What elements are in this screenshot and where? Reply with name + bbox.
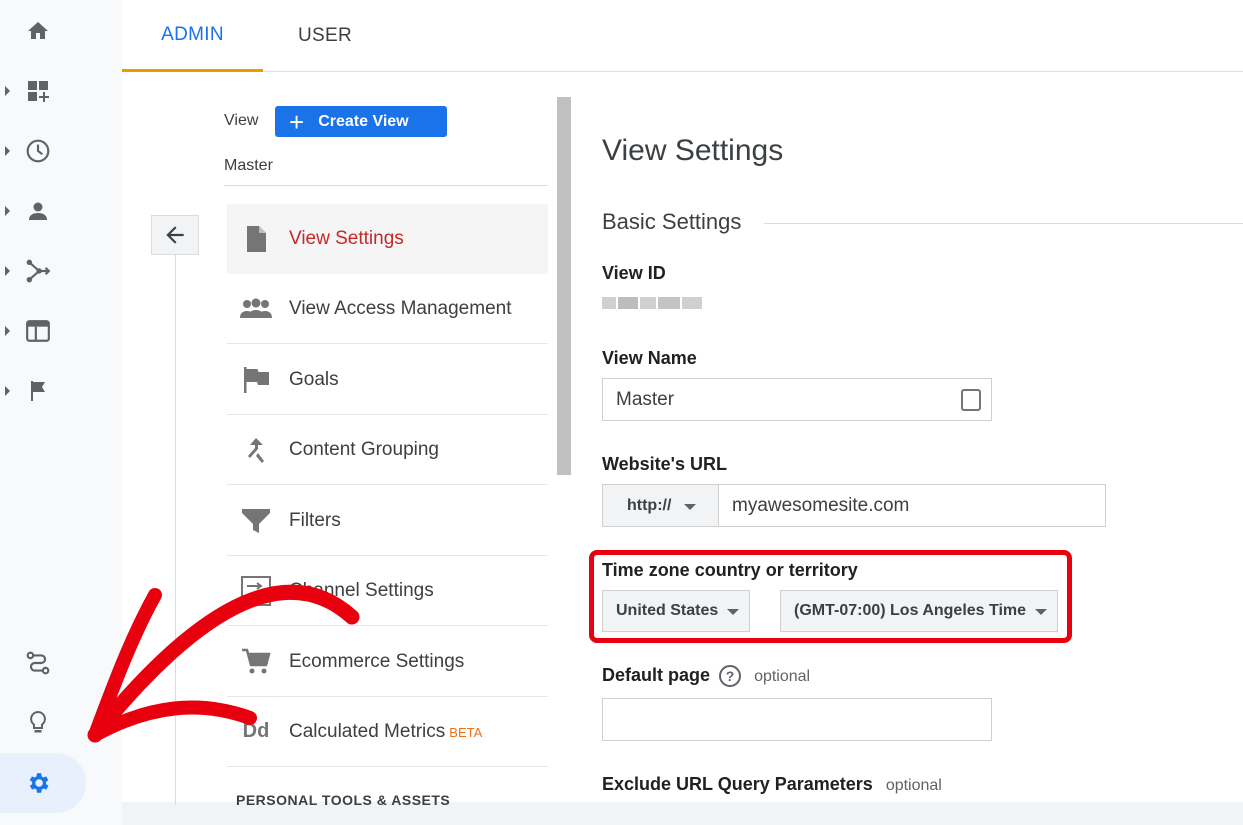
rail-audience[interactable]: [0, 183, 86, 239]
expand-caret-icon: [5, 206, 10, 216]
nav-ecommerce-settings[interactable]: Ecommerce Settings: [227, 627, 548, 697]
nav-view-settings[interactable]: View Settings: [227, 204, 548, 274]
nav-label: Ecommerce Settings: [289, 650, 465, 672]
website-url-label: Website's URL: [602, 454, 727, 474]
channel-icon: [239, 575, 273, 606]
nav-label: Channel Settings: [289, 579, 434, 601]
section-title: Basic Settings: [602, 209, 742, 234]
nav-channel-settings[interactable]: Channel Settings: [227, 556, 548, 626]
nav-label: View Access Management: [289, 297, 512, 319]
expand-caret-icon: [5, 326, 10, 336]
merge-icon: [239, 435, 273, 465]
rail-conversions[interactable]: [0, 363, 86, 419]
rail-behavior[interactable]: [0, 303, 86, 359]
divider: [224, 185, 548, 186]
view-selector[interactable]: Master: [224, 157, 273, 175]
rail-home[interactable]: [0, 3, 86, 59]
home-icon: [25, 18, 51, 44]
realtime-icon: [25, 138, 51, 164]
help-icon[interactable]: ?: [719, 665, 742, 688]
personal-tools-heading: PERSONAL TOOLS & ASSETS: [236, 792, 451, 808]
view-name-field[interactable]: Master: [602, 378, 992, 421]
create-view-button[interactable]: + Create View: [275, 106, 447, 137]
rail-realtime[interactable]: [0, 123, 86, 179]
people-icon: [239, 294, 273, 324]
arrow-left-icon: [166, 226, 184, 244]
top-tab-bar: ADMIN USER: [122, 0, 1243, 72]
expand-caret-icon: [5, 146, 10, 156]
create-view-label: Create View: [318, 112, 409, 130]
nav-label: Calculated Metrics: [289, 720, 446, 742]
discover-icon: [25, 710, 51, 736]
back-button[interactable]: [151, 215, 199, 255]
website-url-value: myawesomesite.com: [732, 494, 910, 516]
customization-icon: [25, 78, 51, 104]
expand-caret-icon: [5, 86, 10, 96]
plus-icon: +: [289, 106, 305, 137]
rail-admin[interactable]: [0, 753, 86, 813]
rail-acquisition[interactable]: [0, 243, 86, 299]
nav-goals[interactable]: Goals: [227, 345, 548, 415]
section-divider: [764, 223, 1243, 224]
protocol-value: http://: [627, 496, 672, 514]
view-id-value-redacted: [602, 294, 702, 312]
admin-gear-icon: [25, 770, 51, 796]
website-url-field[interactable]: myawesomesite.com: [718, 484, 1106, 527]
annotation-highlight-box: [589, 550, 1072, 643]
left-rail: [0, 0, 122, 825]
exclude-params-label: Exclude URL Query Parameters optional: [602, 774, 942, 795]
nav-label: View Settings: [289, 228, 404, 249]
nav-label: Filters: [289, 509, 341, 531]
tab-admin[interactable]: ADMIN: [122, 0, 263, 72]
nav-label: Content Grouping: [289, 438, 439, 460]
tab-user[interactable]: USER: [263, 0, 387, 72]
chevron-down-icon: [684, 504, 696, 510]
expand-caret-icon: [5, 266, 10, 276]
nav-filters[interactable]: Filters: [227, 486, 548, 556]
column-divider: [175, 255, 176, 805]
optional-label: optional: [885, 777, 942, 794]
protocol-select[interactable]: http://: [602, 484, 719, 527]
contact-card-icon: [961, 389, 981, 411]
behavior-icon: [25, 318, 51, 344]
view-name-label: View Name: [602, 348, 697, 368]
optional-label: optional: [754, 668, 811, 685]
nav-view-access-management[interactable]: View Access Management: [227, 274, 548, 344]
attribution-icon: [25, 650, 51, 676]
nav-calculated-metrics[interactable]: Dd Calculated Metrics BETA: [227, 697, 548, 767]
rail-discover[interactable]: [0, 695, 86, 751]
nav-content-grouping[interactable]: Content Grouping: [227, 415, 548, 485]
view-label: View: [224, 112, 259, 129]
view-name-value: Master: [616, 388, 675, 410]
document-icon: [239, 224, 273, 254]
page-title: View Settings: [602, 134, 784, 167]
default-page-text: Default page: [602, 665, 711, 685]
audience-icon: [25, 198, 51, 224]
filter-icon: [239, 506, 273, 536]
exclude-params-text: Exclude URL Query Parameters: [602, 774, 873, 794]
calculated-icon: Dd: [242, 720, 270, 742]
nav-label-wrap: Calculated Metrics BETA: [289, 721, 482, 743]
view-id-label: View ID: [602, 263, 666, 283]
default-page-field[interactable]: [602, 698, 992, 741]
flag-icon: [239, 365, 273, 395]
default-page-label: Default page ? optional: [602, 665, 811, 688]
cart-icon: [239, 647, 273, 677]
beta-badge: BETA: [449, 724, 483, 740]
rail-customization[interactable]: [0, 63, 86, 119]
acquisition-icon: [25, 258, 51, 284]
conversions-icon: [25, 378, 51, 404]
nav-label: Goals: [289, 368, 339, 390]
expand-caret-icon: [5, 386, 10, 396]
scrollbar-thumb[interactable]: [557, 97, 571, 475]
rail-attribution[interactable]: [0, 635, 86, 691]
